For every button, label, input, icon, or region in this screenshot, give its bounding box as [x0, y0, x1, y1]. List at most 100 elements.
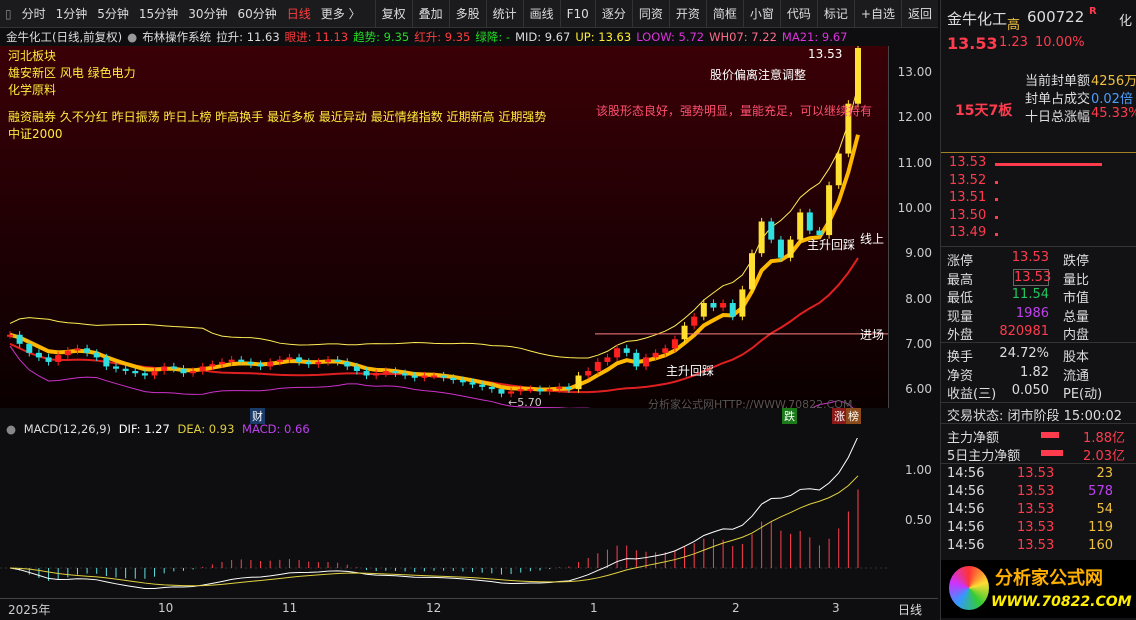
- stat-value: 1986: [1015, 305, 1049, 321]
- candle-body: [594, 361, 601, 371]
- toolbar-button[interactable]: 叠加: [411, 0, 449, 28]
- period-tab[interactable]: 1分钟: [51, 5, 93, 22]
- bid-bar: [995, 198, 998, 201]
- toolbar-button[interactable]: 小窗: [742, 0, 780, 28]
- seal-label: 当前封单额: [1025, 74, 1091, 89]
- toolbar-button[interactable]: F10: [559, 0, 595, 28]
- period-tab[interactable]: 更多 〉: [316, 5, 366, 22]
- toolbar-button[interactable]: 同资: [631, 0, 669, 28]
- flow-value: 1.88亿: [1083, 431, 1125, 446]
- candle-body: [826, 185, 833, 236]
- flow-value: 2.03亿: [1083, 449, 1125, 464]
- toolbar-button[interactable]: 统计: [485, 0, 523, 28]
- divider: [941, 423, 1136, 424]
- toolbar-button[interactable]: +自选: [853, 0, 901, 28]
- candle-body: [643, 357, 649, 367]
- period-tab[interactable]: 分时: [17, 5, 51, 22]
- tag-line: 化学原料: [8, 83, 57, 97]
- stat-label: 总量: [1063, 309, 1090, 325]
- indicator-value: 绿降: -: [475, 30, 511, 44]
- candle-body: [122, 368, 129, 371]
- divider: [941, 342, 1136, 343]
- drop-marker[interactable]: 跌: [782, 408, 797, 424]
- panel-toggle-icon[interactable]: ▯: [0, 7, 17, 21]
- last-price: 13.53: [947, 34, 998, 53]
- candle-body: [450, 377, 457, 381]
- high-flag: 高: [1007, 18, 1021, 33]
- candle-body: [459, 380, 466, 383]
- bid-bar: [995, 163, 1102, 166]
- period-tab[interactable]: 5分钟: [92, 5, 134, 22]
- stock-code: 600722: [1027, 8, 1085, 26]
- tick-volume: 23: [1096, 466, 1113, 481]
- rise-label-1: 主升回踩: [666, 364, 715, 378]
- date-label: 12: [426, 601, 442, 615]
- candle-body: [411, 375, 418, 378]
- indicator-value: LOOW: 5.72: [636, 30, 705, 44]
- indicator-value: WH07: 7.22: [709, 30, 777, 44]
- macd-title: MACD(12,26,9): [23, 422, 112, 436]
- toolbar-button[interactable]: 标记: [816, 0, 854, 28]
- macd-value: MACD: 0.66: [242, 422, 310, 436]
- period-tab[interactable]: 30分钟: [183, 5, 232, 22]
- candle-body: [517, 389, 524, 392]
- limit-streak: 15天7板: [955, 103, 1013, 119]
- indicator-system[interactable]: 布林操作系统: [142, 30, 211, 44]
- bid-bar: [995, 215, 998, 219]
- candle-body: [132, 370, 139, 374]
- candle-body: [469, 382, 476, 385]
- date-label: 10: [158, 601, 174, 615]
- toolbar-button[interactable]: 代码: [779, 0, 817, 28]
- candle-body: [402, 373, 409, 376]
- indicator-value: MA21: 9.67: [781, 30, 848, 44]
- tick-volume: 54: [1096, 502, 1113, 517]
- candle-body: [35, 352, 42, 358]
- candle-body: [816, 230, 823, 236]
- toolbar-button[interactable]: 返回: [900, 0, 938, 28]
- collapse-icon[interactable]: ●: [6, 422, 16, 436]
- candle-body: [662, 348, 669, 353]
- candle-body: [431, 375, 437, 378]
- tick-volume: 160: [1088, 538, 1113, 553]
- date-label: 11: [282, 601, 298, 615]
- candle-body: [64, 350, 71, 356]
- candle-body: [325, 359, 331, 362]
- toolbar-button[interactable]: 多股: [448, 0, 486, 28]
- period-label[interactable]: 日线: [898, 601, 922, 618]
- candle-body: [498, 389, 505, 394]
- rise-marker[interactable]: 涨: [832, 408, 847, 424]
- toolbar-button[interactable]: 画线: [522, 0, 560, 28]
- indicator-value: MID: 9.67: [515, 30, 571, 44]
- dropdown-icon[interactable]: ●: [127, 30, 137, 44]
- bid-bar: [995, 180, 998, 184]
- toolbar-button[interactable]: 逐分: [594, 0, 632, 28]
- macd-chart[interactable]: [0, 438, 888, 598]
- price-pct: 10.00%: [1035, 35, 1085, 50]
- candle-body: [373, 373, 380, 376]
- stock-name: 金牛化工: [947, 10, 1008, 28]
- period-tab[interactable]: 15分钟: [134, 5, 183, 22]
- list-marker[interactable]: 榜: [846, 408, 861, 424]
- candle-body: [305, 361, 312, 365]
- candle-body: [691, 316, 698, 326]
- candle-body: [777, 239, 784, 258]
- stat-value: 13.53: [1013, 268, 1052, 286]
- indicator-value: 眼进: 11.13: [284, 30, 349, 44]
- side-tab[interactable]: 化: [1119, 10, 1132, 29]
- toolbar-button[interactable]: 简框: [705, 0, 743, 28]
- toolbar-button[interactable]: 复权: [374, 0, 412, 28]
- stat-label: 股本: [1063, 350, 1090, 365]
- candle-body: [652, 352, 659, 358]
- candle-body: [199, 366, 206, 371]
- bid-price: 13.51: [949, 190, 987, 205]
- period-tab[interactable]: 60分钟: [232, 5, 281, 22]
- candle-body: [508, 391, 515, 394]
- toolbar-button[interactable]: 开资: [668, 0, 706, 28]
- price-tick: 6.00: [905, 382, 932, 397]
- period-tab[interactable]: 日线: [282, 5, 316, 22]
- tag-line: 中证2000: [8, 127, 63, 141]
- seal-label: 封单占成交: [1025, 92, 1091, 107]
- price-tick: 10.00: [897, 200, 932, 215]
- stat-value: 11.54: [1011, 287, 1049, 302]
- stat-value: 1.82: [1020, 364, 1049, 380]
